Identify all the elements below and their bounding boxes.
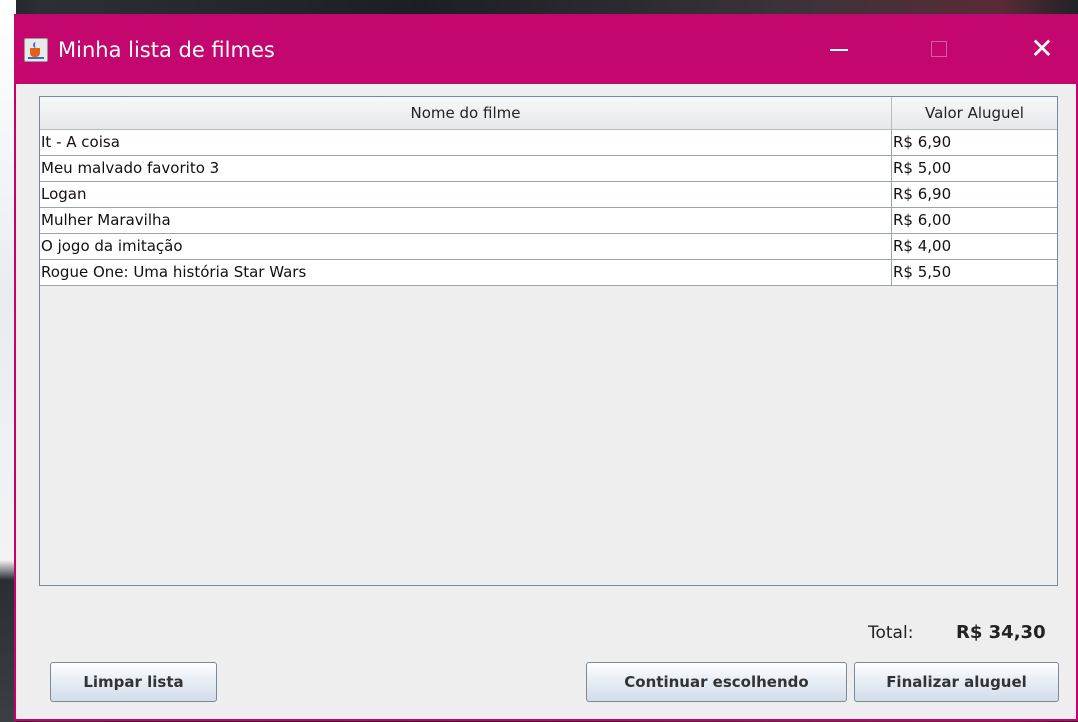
table-row[interactable]: Meu malvado favorito 3 R$ 5,00 (40, 156, 1057, 182)
table-body: It - A coisa R$ 6,90 Meu malvado favorit… (40, 130, 1057, 286)
movie-name-cell: It - A coisa (40, 130, 892, 155)
table-row[interactable]: Mulher Maravilha R$ 6,00 (40, 208, 1057, 234)
rental-price-cell: R$ 5,00 (893, 159, 952, 177)
movie-name-cell: Rogue One: Uma história Star Wars (40, 260, 892, 285)
java-cup-icon (24, 38, 48, 62)
close-icon: ✕ (1030, 32, 1054, 65)
total-value: R$ 34,30 (956, 622, 1046, 643)
app-window: Minha lista de filmes ✕ Nome do filme Va… (14, 14, 1078, 721)
rental-price-cell: R$ 6,90 (893, 185, 952, 203)
movie-name-cell: Meu malvado favorito 3 (40, 156, 892, 181)
rental-price-cell: R$ 6,00 (893, 211, 952, 229)
continue-choosing-button[interactable]: Continuar escolhendo (586, 662, 847, 702)
minimize-button[interactable] (807, 28, 871, 72)
table-header: Nome do filme Valor Aluguel (40, 97, 1057, 130)
movie-name-cell: Mulher Maravilha (40, 208, 892, 233)
table-row[interactable]: Rogue One: Uma história Star Wars R$ 5,5… (40, 260, 1057, 286)
column-header-price[interactable]: Valor Aluguel (892, 97, 1057, 129)
finish-rental-button[interactable]: Finalizar aluguel (854, 662, 1059, 702)
rental-price-cell: R$ 6,90 (893, 133, 952, 151)
clear-list-button[interactable]: Limpar lista (50, 662, 217, 702)
total-label: Total: (868, 623, 914, 643)
window-title: Minha lista de filmes (58, 38, 275, 62)
rental-price-cell: R$ 4,00 (893, 237, 952, 255)
movie-name-cell: Logan (40, 182, 892, 207)
table-row[interactable]: It - A coisa R$ 6,90 (40, 130, 1057, 156)
rental-price-cell: R$ 5,50 (893, 263, 952, 281)
minimize-icon (830, 49, 848, 51)
table-row[interactable]: Logan R$ 6,90 (40, 182, 1057, 208)
close-button[interactable]: ✕ (1010, 28, 1074, 72)
table-row[interactable]: O jogo da imitação R$ 4,00 (40, 234, 1057, 260)
maximize-button[interactable] (907, 28, 971, 72)
window-content: Nome do filme Valor Aluguel It - A coisa… (16, 84, 1076, 719)
column-header-name[interactable]: Nome do filme (40, 97, 892, 129)
maximize-icon (931, 41, 947, 57)
movie-name-cell: O jogo da imitação (40, 234, 892, 259)
movies-table[interactable]: Nome do filme Valor Aluguel It - A coisa… (39, 96, 1058, 586)
title-bar[interactable]: Minha lista de filmes ✕ (14, 14, 1078, 84)
